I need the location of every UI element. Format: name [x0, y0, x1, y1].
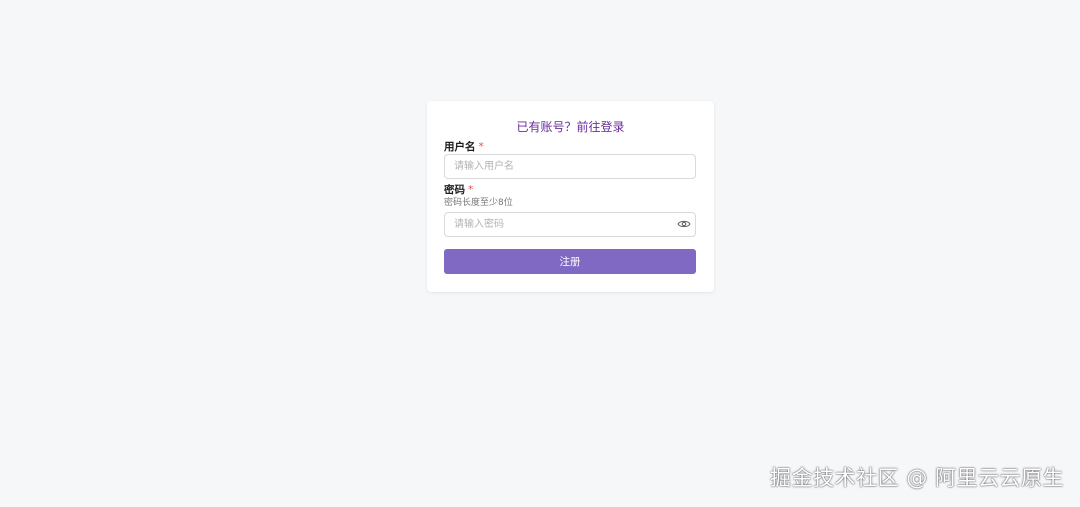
password-input[interactable] [444, 212, 696, 237]
username-input[interactable] [444, 154, 696, 179]
required-mark: * [478, 141, 484, 153]
username-label: 用户名 * [444, 141, 484, 153]
page: 已有账号？前往登录 用户名* 密码* 密码长度至少8位 注册 掘金技术社区 @ … [0, 0, 1080, 507]
password-label: 密码 * [444, 184, 473, 196]
required-mark: * [468, 184, 474, 196]
watermark-text: 掘金技术社区 @ 阿里云云原生 [770, 466, 1064, 490]
eye-icon[interactable] [677, 219, 691, 229]
password-label-text: 密码 [444, 184, 465, 196]
username-label-text: 用户名 [444, 141, 476, 153]
password-hint: 密码长度至少8位 [444, 198, 513, 208]
login-link[interactable]: 已有账号？前往登录 [427, 120, 714, 134]
register-card: 已有账号？前往登录 用户名* 密码* 密码长度至少8位 注册 [427, 101, 714, 292]
register-button[interactable]: 注册 [444, 249, 696, 274]
